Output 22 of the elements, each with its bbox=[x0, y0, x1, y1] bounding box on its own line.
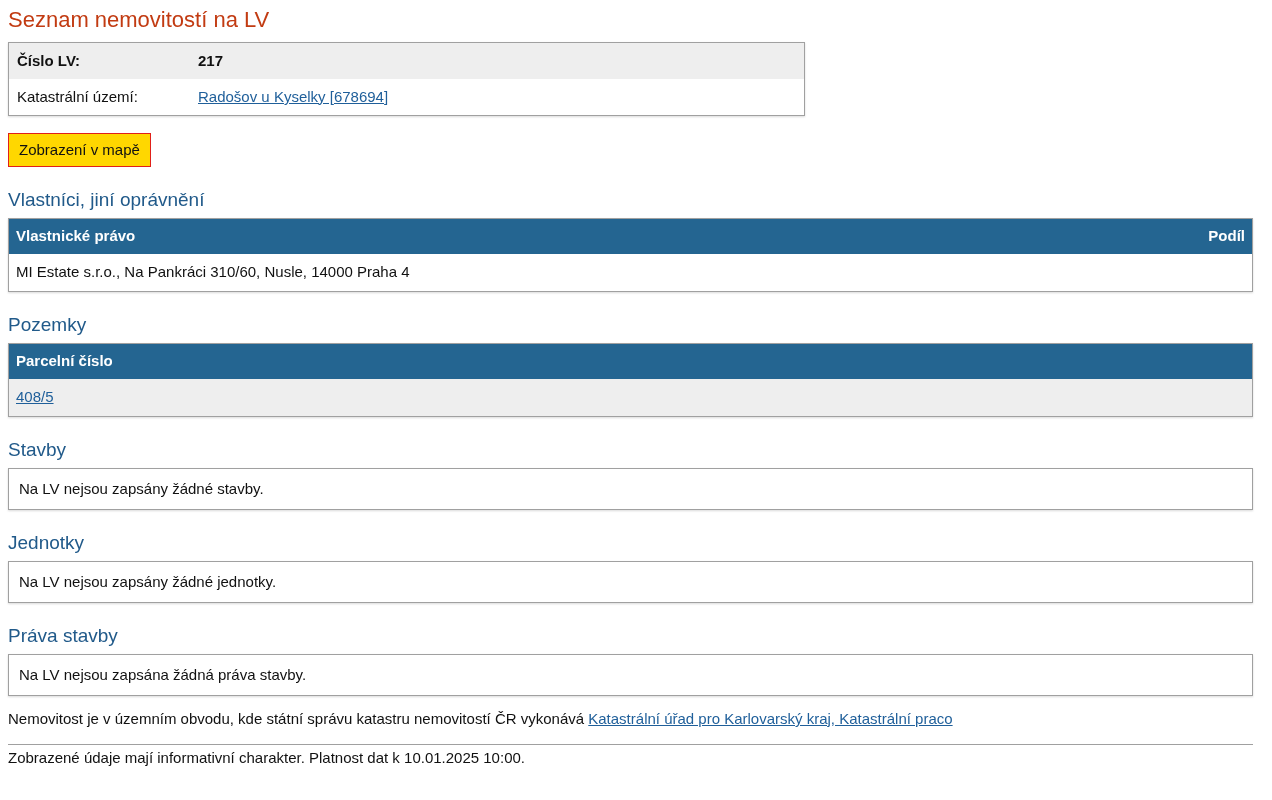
empty-message: Na LV nejsou zapsány žádné jednotky. bbox=[19, 571, 277, 592]
column-header: Vlastnické právo bbox=[16, 226, 136, 247]
section-heading: Vlastníci, jiní oprávnění bbox=[8, 188, 206, 212]
empty-message: Na LV nejsou zapsána žádná práva stavby. bbox=[19, 664, 307, 685]
column-header: Podíl bbox=[1208, 226, 1245, 247]
section-heading: Jednotky bbox=[8, 531, 86, 555]
footer-note: Zobrazené údaje mají informativní charakter. Platnost dat k 10.01.2025 10:00. bbox=[8, 748, 526, 768]
office-note: Nemovitost je v územním obvodu, kde státní správu katastru nemovitostí ČR vykonává Katastrální úřad pro Karlovarský kraj, Katastrální praco bbox=[8, 709, 954, 729]
section-heading: Pozemky bbox=[8, 313, 88, 337]
field-value: 217 bbox=[198, 50, 224, 71]
map-view-button[interactable]: Zobrazení v mapě bbox=[8, 133, 151, 167]
column-header: Parcelní číslo bbox=[16, 351, 113, 372]
field-label: Číslo LV: bbox=[17, 50, 82, 71]
empty-message: Na LV nejsou zapsány žádné stavby. bbox=[19, 478, 264, 499]
cadastral-area-link[interactable]: Radošov u Kyselky [678694] bbox=[198, 85, 389, 109]
field-label: Katastrální území: bbox=[17, 86, 139, 107]
table-cell-text: MI Estate s.r.o., Na Pankráci 310/60, Nusle, 14000 Praha 4 bbox=[16, 262, 410, 283]
section-heading: Stavby bbox=[8, 438, 68, 462]
page-title: Seznam nemovitostí na LV bbox=[8, 6, 271, 34]
cadastral-office-link[interactable]: Katastrální úřad pro Karlovarský kraj, Katastrální praco bbox=[588, 710, 953, 727]
parcel-link[interactable]: 408/5 bbox=[16, 386, 54, 409]
section-heading: Práva stavby bbox=[8, 624, 119, 648]
